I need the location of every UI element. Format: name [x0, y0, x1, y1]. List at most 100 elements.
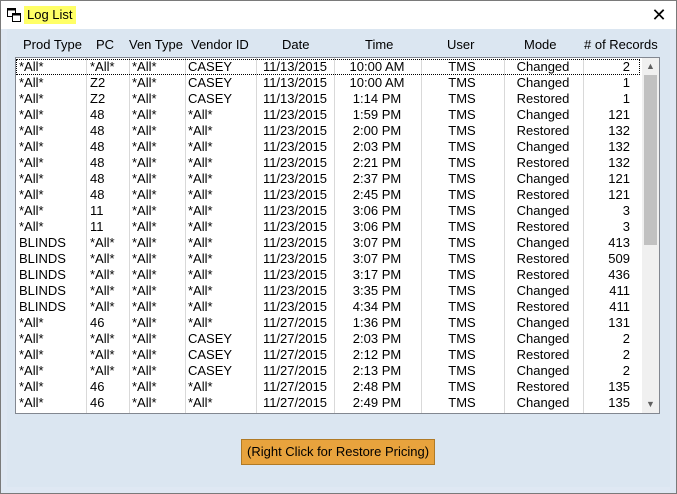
cell-ven-type: *All*: [132, 75, 157, 90]
header-vendor-id: Vendor ID: [191, 37, 249, 52]
cell-pc: *All*: [90, 251, 115, 266]
cell-ven-type: *All*: [132, 299, 157, 314]
table-row[interactable]: *All* Z2 *All* CASEY 11/13/2015 1:14 PM TMS Res…: [16, 91, 640, 107]
header-pc: PC: [96, 37, 115, 52]
cell-prod-type: *All*: [19, 91, 44, 106]
title-bar[interactable]: Log List ✕: [1, 1, 676, 29]
cell-num-records: 135: [608, 379, 630, 394]
cell-pc: 48: [90, 139, 105, 154]
cell-num-records: 2: [622, 347, 630, 362]
table-row[interactable]: *All* 48 *All* *All* 11/23/2015 2:00 PM TMS Res…: [16, 123, 640, 139]
cell-mode: Changed: [516, 203, 570, 218]
cell-ven-type: *All*: [132, 203, 157, 218]
cell-vendor-id: CASEY: [188, 91, 233, 106]
table-row[interactable]: BLINDS *All* *All* *All* 11/23/2015 3:07 PM TM…: [16, 251, 640, 267]
cell-mode: Changed: [516, 59, 570, 74]
cell-prod-type: *All*: [19, 395, 44, 410]
cell-prod-type: *All*: [19, 187, 44, 202]
cell-vendor-id: *All*: [188, 187, 213, 202]
cell-vendor-id: *All*: [188, 139, 213, 154]
header-time: Time: [365, 37, 394, 52]
cell-pc: *All*: [90, 59, 115, 74]
cell-prod-type: *All*: [19, 363, 44, 378]
table-row[interactable]: BLINDS *All* *All* *All* 11/23/2015 3:07 PM TM…: [16, 235, 640, 251]
cell-pc: 46: [90, 395, 105, 410]
cell-prod-type: *All*: [19, 59, 44, 74]
log-listbox[interactable]: *All* *All* *All* CASEY 11/13/2015 10:00 AM TM…: [15, 57, 660, 414]
cell-pc: *All*: [90, 331, 115, 346]
table-row[interactable]: *All* 46 *All* *All* 11/27/2015 1:36 PM TMS Cha…: [16, 315, 640, 331]
cell-ven-type: *All*: [132, 235, 157, 250]
cell-vendor-id: *All*: [188, 155, 213, 170]
cell-vendor-id: *All*: [188, 203, 213, 218]
table-row[interactable]: *All* 11 *All* *All* 11/23/2015 3:06 PM TMS Res…: [16, 219, 640, 235]
close-icon: ✕: [651, 5, 667, 25]
cell-mode: Changed: [516, 283, 570, 298]
close-button[interactable]: ✕: [642, 1, 676, 29]
table-row[interactable]: *All* *All* *All* CASEY 11/13/2015 10:00 AM TM…: [16, 59, 640, 75]
cell-prod-type: *All*: [19, 315, 44, 330]
cell-ven-type: *All*: [132, 139, 157, 154]
table-row[interactable]: *All* *All* *All* CASEY 11/27/2015 2:03 PM TMS…: [16, 331, 640, 347]
cell-vendor-id: *All*: [188, 299, 213, 314]
cell-prod-type: BLINDS: [19, 235, 66, 250]
cell-vendor-id: *All*: [188, 171, 213, 186]
cell-pc: 48: [90, 123, 105, 138]
cell-prod-type: *All*: [19, 219, 44, 234]
table-row[interactable]: *All* 48 *All* *All* 11/23/2015 2:03 PM TMS Cha…: [16, 139, 640, 155]
table-row[interactable]: *All* 46 *All* *All* 11/27/2015 2:48 PM TMS Res…: [16, 379, 640, 395]
scroll-up-arrow-icon[interactable]: ▲: [642, 58, 659, 75]
table-row[interactable]: *All* 48 *All* *All* 11/23/2015 2:21 PM TMS Res…: [16, 155, 640, 171]
table-row[interactable]: BLINDS *All* *All* *All* 11/23/2015 3:35 PM TM…: [16, 283, 640, 299]
cell-num-records: 1: [622, 75, 630, 90]
cell-ven-type: *All*: [132, 267, 157, 282]
cell-num-records: 135: [608, 395, 630, 410]
log-list-window: Log List ✕ Prod Type PC Ven Type Vendor …: [0, 0, 677, 494]
table-row[interactable]: *All* *All* *All* CASEY 11/27/2015 2:13 PM TMS…: [16, 363, 640, 379]
cell-pc: 48: [90, 171, 105, 186]
cell-prod-type: *All*: [19, 107, 44, 122]
cell-ven-type: *All*: [132, 347, 157, 362]
cell-num-records: 411: [609, 283, 630, 298]
cell-ven-type: *All*: [132, 187, 157, 202]
cell-mode: Restored: [516, 219, 570, 234]
table-row[interactable]: BLINDS *All* *All* *All* 11/23/2015 4:34 PM TM…: [16, 299, 640, 315]
table-row[interactable]: *All* 48 *All* *All* 11/23/2015 2:37 PM TMS Cha…: [16, 171, 640, 187]
table-row[interactable]: *All* 48 *All* *All* 11/23/2015 2:45 PM TMS Res…: [16, 187, 640, 203]
cell-prod-type: BLINDS: [19, 251, 66, 266]
cell-pc: 11: [90, 203, 104, 218]
cell-prod-type: *All*: [19, 347, 44, 362]
cell-pc: *All*: [90, 235, 115, 250]
app-icon: [7, 8, 21, 22]
scroll-down-arrow-icon[interactable]: ▼: [642, 396, 659, 413]
cell-ven-type: *All*: [132, 123, 157, 138]
scrollbar-thumb[interactable]: [644, 75, 657, 245]
vertical-scrollbar[interactable]: ▲ ▼: [642, 58, 659, 413]
window-title: Log List: [24, 6, 76, 24]
cell-prod-type: BLINDS: [19, 267, 66, 282]
cell-vendor-id: *All*: [188, 251, 213, 266]
restore-pricing-hint: (Right Click for Restore Pricing): [241, 439, 436, 465]
header-mode: Mode: [524, 37, 557, 52]
cell-ven-type: *All*: [132, 107, 157, 122]
cell-ven-type: *All*: [132, 331, 157, 346]
table-row[interactable]: *All* 48 *All* *All* 11/23/2015 1:59 PM TMS Cha…: [16, 107, 640, 123]
cell-mode: Restored: [516, 379, 570, 394]
table-row[interactable]: *All* 11 *All* *All* 11/23/2015 3:06 PM TMS Cha…: [16, 203, 640, 219]
table-row[interactable]: BLINDS *All* *All* *All* 11/23/2015 3:17 PM TM…: [16, 267, 640, 283]
cell-ven-type: *All*: [132, 395, 157, 410]
cell-ven-type: *All*: [132, 363, 157, 378]
cell-mode: Changed: [516, 75, 570, 90]
table-row[interactable]: *All* Z2 *All* CASEY 11/13/2015 10:00 AM TMS Ch…: [16, 75, 640, 91]
cell-mode: Restored: [516, 187, 570, 202]
cell-num-records: 121: [608, 107, 630, 122]
cell-ven-type: *All*: [132, 379, 157, 394]
cell-mode: Restored: [516, 347, 570, 362]
cell-mode: Restored: [516, 155, 570, 170]
table-row[interactable]: *All* 46 *All* *All* 11/27/2015 2:49 PM TMS Cha…: [16, 395, 640, 411]
table-row[interactable]: *All* *All* *All* CASEY 11/27/2015 2:12 PM TMS…: [16, 347, 640, 363]
cell-ven-type: *All*: [132, 315, 157, 330]
cell-mode: Changed: [516, 315, 570, 330]
cell-vendor-id: CASEY: [188, 347, 233, 362]
cell-num-records: 411: [609, 299, 630, 314]
